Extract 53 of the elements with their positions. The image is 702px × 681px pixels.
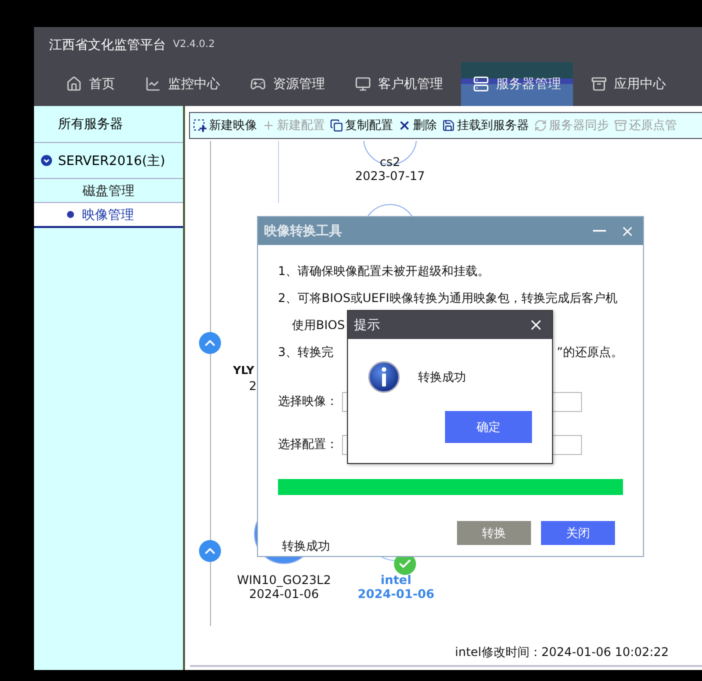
close-icon (398, 119, 411, 132)
collapse-button[interactable] (199, 540, 221, 562)
node-label[interactable]: cs2 2023-07-17 (355, 155, 425, 183)
archive-icon (614, 119, 627, 132)
node-label[interactable]: WIN10_GO23L2 2024-01-06 (237, 573, 331, 601)
line-chart-icon (145, 76, 161, 92)
toolbar-button[interactable]: 删除 (398, 117, 437, 134)
chevron-down-icon (41, 155, 52, 166)
floppy-icon (442, 119, 455, 132)
node-date: 2 (249, 379, 257, 393)
dialog-title: 映像转换工具 (264, 223, 343, 240)
node-label[interactable]: intel 2024-01-06 (358, 573, 434, 601)
sidebar-header[interactable]: 所有服务器 (34, 106, 183, 143)
gamepad-icon (250, 76, 266, 92)
collapse-button[interactable] (199, 332, 221, 354)
instruction-text: 3、转换完 (278, 344, 334, 361)
nav-tab[interactable]: 服务器管理 (461, 62, 573, 106)
instruction-text: 使用BIOS (292, 317, 345, 334)
dialog-title: 提示 (354, 317, 381, 334)
dashed-square-plus-icon (193, 118, 207, 132)
box-icon (591, 76, 607, 92)
version-label: V2.4.0.2 (173, 39, 215, 50)
toolbar-button[interactable]: 复制配置 (330, 117, 393, 134)
server-icon (473, 76, 489, 92)
nav-tab[interactable]: 首页 (54, 62, 127, 106)
instruction-text: 2、可将BIOS或UEFI映像转换为通用映象包，转换完成后客户机 (278, 290, 618, 307)
server-item[interactable]: SERVER2016(主) (34, 143, 183, 179)
field-label: 选择映像： (278, 393, 339, 410)
ok-button[interactable]: 确定 (445, 411, 532, 443)
app-title: 江西省文化监管平台 (49, 36, 166, 54)
field-label: 选择配置： (278, 436, 339, 453)
nav-tab[interactable]: 资源管理 (238, 62, 337, 106)
nav-tab[interactable]: 监控中心 (133, 62, 232, 106)
nav-tab[interactable]: 应用中心 (579, 62, 678, 106)
instruction-text: 1、请确保映像配置未被开超级和挂载。 (278, 263, 490, 280)
node-name: YLY (233, 364, 254, 377)
toolbar-button[interactable]: 挂载到服务器 (442, 117, 529, 134)
alert-message: 转换成功 (418, 368, 466, 386)
home-icon (66, 76, 82, 92)
refresh-icon (534, 119, 547, 132)
nav-tab[interactable]: 客户机管理 (343, 62, 455, 106)
info-icon (368, 361, 400, 393)
plus-icon (262, 119, 275, 132)
minimize-icon (593, 230, 606, 232)
modified-time-text: intel修改时间：2024-01-06 10:02:22 (455, 644, 669, 661)
minimize-button[interactable] (593, 230, 606, 232)
sidebar-item[interactable]: 映像管理 (34, 203, 183, 228)
dialog-button[interactable]: 关闭 (541, 521, 615, 545)
bullet-icon (67, 211, 74, 218)
instruction-text: ”的还原点。 (556, 344, 623, 361)
copy-icon (330, 119, 343, 132)
monitor-icon (355, 76, 371, 92)
toolbar-button[interactable]: 新建映像 (193, 117, 257, 134)
